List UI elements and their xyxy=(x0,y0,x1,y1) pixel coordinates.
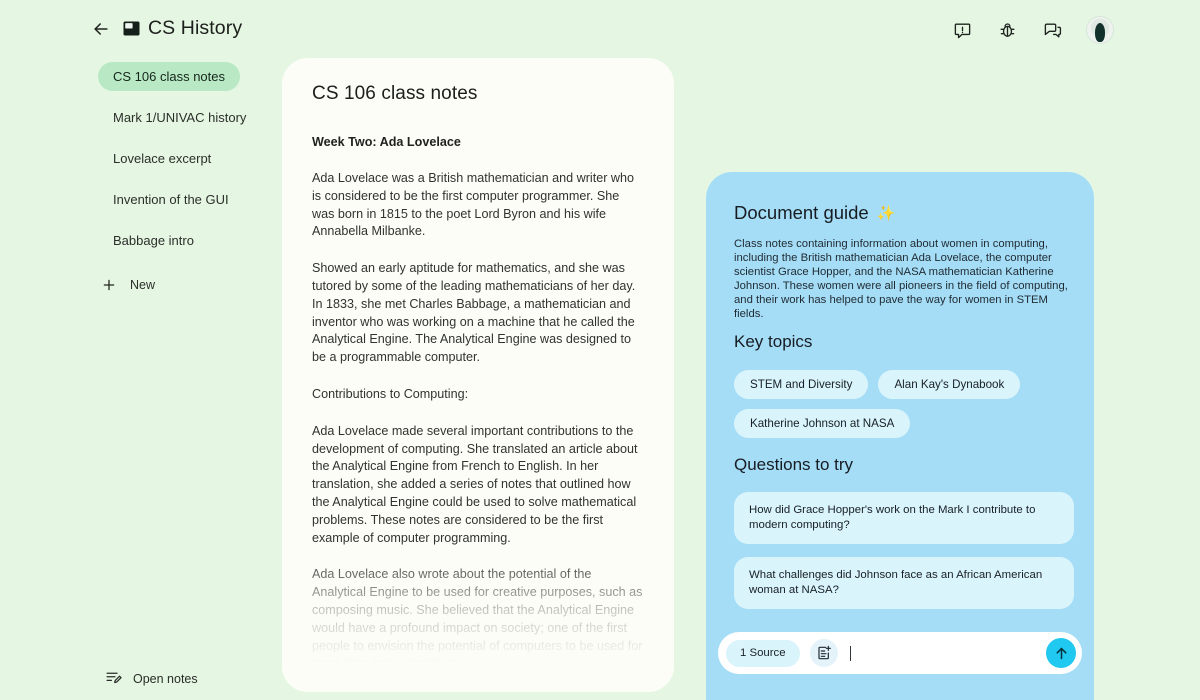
sidebar-item-label: Lovelace excerpt xyxy=(113,151,212,166)
add-note-icon[interactable] xyxy=(809,639,838,667)
new-note-button[interactable]: New xyxy=(100,276,155,293)
sidebar-item-mark-1-univac-history[interactable]: Mark 1/UNIVAC history xyxy=(98,103,261,132)
document-title: CS 106 class notes xyxy=(312,83,478,104)
sparkles-icon: ✨ xyxy=(876,204,896,222)
composer-input[interactable] xyxy=(856,646,1040,660)
document-paragraph: Ada Lovelace was a British mathematician… xyxy=(312,171,634,239)
bug-report-icon[interactable] xyxy=(991,14,1023,46)
questions-to-try-title: Questions to try xyxy=(734,455,854,474)
key-topics-title: Key topics xyxy=(734,332,813,351)
add-note-glyph xyxy=(817,645,831,660)
top-bar: CS History xyxy=(0,0,1200,58)
document-paragraph: Ada Lovelace made several important cont… xyxy=(312,423,638,545)
feedback-glyph xyxy=(954,22,970,38)
document-paragraph: Showed an early aptitude for mathematics… xyxy=(312,261,636,365)
document-guide-title: Document guide ✨ xyxy=(734,202,895,224)
notebook-mark-icon xyxy=(123,21,140,36)
document-body: CS 106 class notes Week Two: Ada Lovelac… xyxy=(282,58,674,692)
edit-note-icon xyxy=(105,669,122,689)
document-paragraph: Contributions to Computing: xyxy=(312,386,469,401)
document-paragraph: Ada Lovelace also wrote about the potent… xyxy=(312,567,643,671)
sidebar-item-label: Mark 1/UNIVAC history xyxy=(113,110,247,125)
arrow-up-icon xyxy=(1056,647,1066,659)
key-topic-chip[interactable]: Alan Kay's Dynabook xyxy=(878,370,1021,399)
document-guide-description: Class notes containing information about… xyxy=(734,238,1068,320)
sidebar-item-label: Invention of the GUI xyxy=(113,192,229,207)
plus-icon xyxy=(100,276,117,293)
edit-note-glyph xyxy=(106,672,122,684)
app-root: CS History CS 106 class notes Mark 1/UNI… xyxy=(0,0,1200,700)
document-guide-panel: Document guide ✨ Class notes containing … xyxy=(706,172,1094,700)
bug-report-glyph xyxy=(999,22,1015,37)
chat-glyph xyxy=(1044,22,1061,38)
page-title: CS History xyxy=(148,17,243,39)
plus-glyph xyxy=(103,279,114,290)
sidebar-item-lovelace-excerpt[interactable]: Lovelace excerpt xyxy=(98,144,226,173)
feedback-icon[interactable] xyxy=(946,14,978,46)
open-notes-button[interactable]: Open notes xyxy=(105,669,198,689)
arrow-left-icon xyxy=(94,23,108,35)
key-topic-chip[interactable]: STEM and Diversity xyxy=(734,370,869,399)
document-guide-title-text: Document guide xyxy=(734,202,869,223)
sidebar: CS 106 class notes Mark 1/UNIVAC history… xyxy=(0,58,285,700)
new-note-label: New xyxy=(130,277,156,292)
suggested-question[interactable]: How did Grace Hopper's work on the Mark … xyxy=(734,492,1074,544)
avatar[interactable] xyxy=(1086,16,1114,44)
key-topic-chip[interactable]: Katherine Johnson at NASA xyxy=(734,409,911,438)
chat-icon[interactable] xyxy=(1036,14,1068,46)
suggested-question[interactable]: What challenges did Johnson face as an A… xyxy=(734,557,1074,609)
text-cursor xyxy=(849,645,851,661)
sidebar-item-babbage-intro[interactable]: Babbage intro xyxy=(98,226,209,255)
sidebar-item-invention-of-the-gui[interactable]: Invention of the GUI xyxy=(98,185,244,214)
send-button[interactable] xyxy=(1046,638,1076,668)
back-button[interactable] xyxy=(90,18,112,40)
document-heading: Week Two: Ada Lovelace xyxy=(312,135,461,149)
source-count-chip[interactable]: 1 Source xyxy=(726,639,800,667)
key-topics-list: STEM and Diversity Alan Kay's Dynabook K… xyxy=(734,370,1074,438)
sidebar-item-label: CS 106 class notes xyxy=(113,69,226,84)
open-notes-label: Open notes xyxy=(133,672,198,686)
top-bar-actions xyxy=(946,14,1114,46)
notebook-mark-glyph xyxy=(123,21,140,36)
composer-bar: 1 Source xyxy=(718,632,1082,674)
sidebar-item-cs-106-class-notes[interactable]: CS 106 class notes xyxy=(98,62,241,91)
sidebar-item-label: Babbage intro xyxy=(113,233,194,248)
document-card[interactable]: CS 106 class notes Week Two: Ada Lovelac… xyxy=(282,58,674,692)
questions-to-try-list: How did Grace Hopper's work on the Mark … xyxy=(734,492,1074,609)
